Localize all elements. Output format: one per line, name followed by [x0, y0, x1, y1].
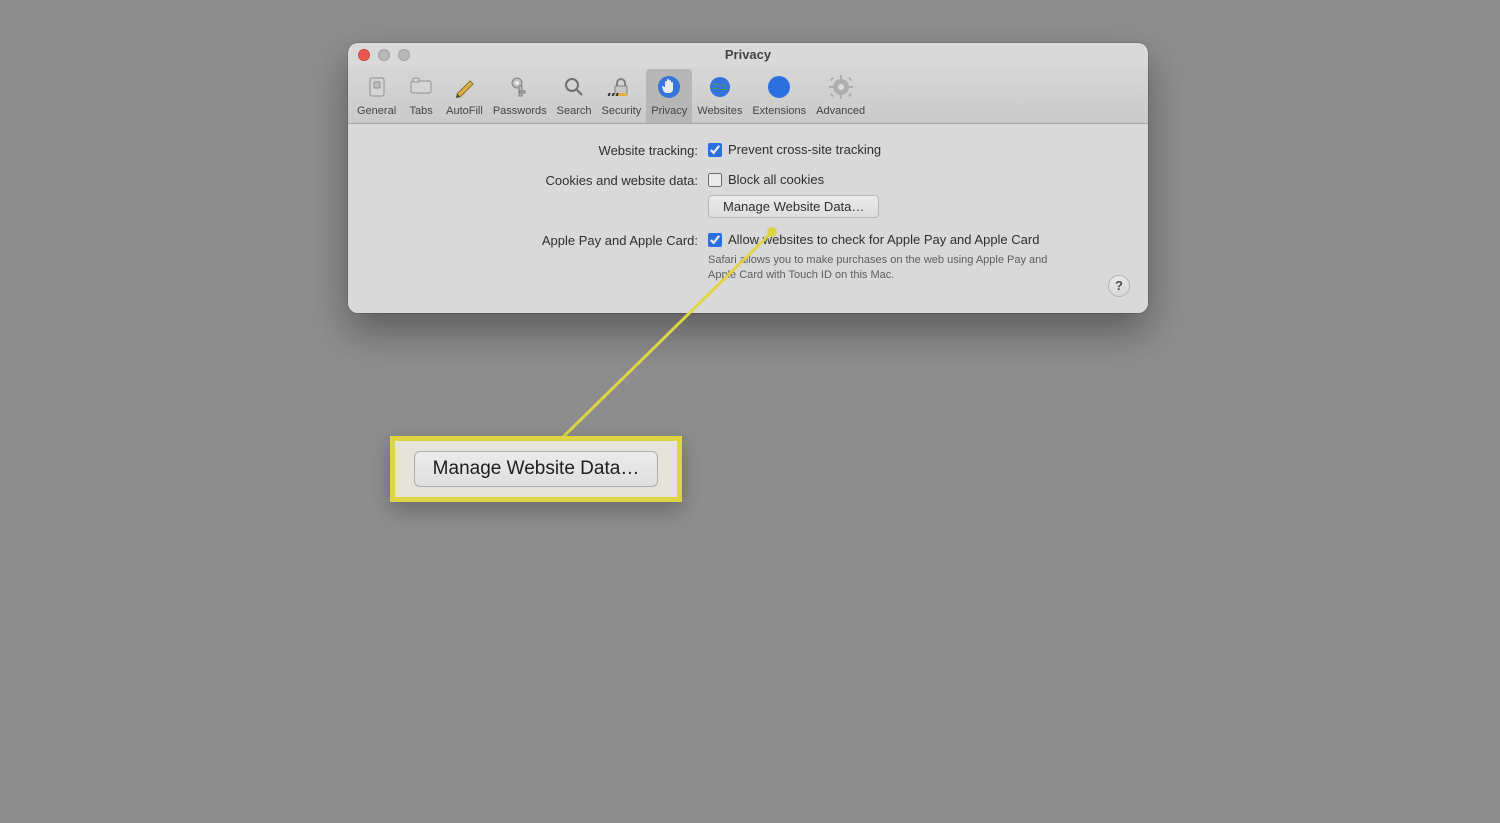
- gear-icon: [826, 72, 856, 102]
- hand-icon: [654, 72, 684, 102]
- checkbox-label: Allow websites to check for Apple Pay an…: [728, 232, 1039, 247]
- help-button[interactable]: ?: [1108, 275, 1130, 297]
- tab-label: Security: [601, 105, 641, 117]
- compass-icon: [764, 72, 794, 102]
- tab-label: Tabs: [410, 105, 433, 117]
- checkbox-input[interactable]: [708, 143, 722, 157]
- checkbox-label: Prevent cross-site tracking: [728, 142, 881, 157]
- tab-search[interactable]: Search: [552, 69, 597, 123]
- checkbox-allow-apple-pay-check[interactable]: Allow websites to check for Apple Pay an…: [708, 232, 1118, 247]
- row-website-tracking: Website tracking: Prevent cross-site tra…: [378, 142, 1118, 158]
- search-icon: [559, 72, 589, 102]
- tabs-icon: [406, 72, 436, 102]
- row-label: Website tracking:: [378, 142, 708, 158]
- tab-advanced[interactable]: Advanced: [811, 69, 870, 123]
- window-title: Privacy: [725, 47, 771, 62]
- tab-passwords[interactable]: Passwords: [488, 69, 552, 123]
- tab-label: General: [357, 105, 396, 117]
- tab-general[interactable]: General: [352, 69, 401, 123]
- privacy-pane: Website tracking: Prevent cross-site tra…: [348, 124, 1148, 313]
- close-window-button[interactable]: [358, 49, 370, 61]
- checkbox-prevent-cross-site-tracking[interactable]: Prevent cross-site tracking: [708, 142, 1118, 157]
- zoom-window-button[interactable]: [398, 49, 410, 61]
- checkbox-label: Block all cookies: [728, 172, 824, 187]
- checkbox-input[interactable]: [708, 173, 722, 187]
- tab-autofill[interactable]: AutoFill: [441, 69, 488, 123]
- globe-icon: [705, 72, 735, 102]
- preferences-window: Privacy General Tabs AutoFill Password: [348, 43, 1148, 313]
- annotation-callout: Manage Website Data…: [390, 436, 682, 502]
- tab-label: Passwords: [493, 105, 547, 117]
- row-label: Cookies and website data:: [378, 172, 708, 188]
- lock-icon: [606, 72, 636, 102]
- key-icon: [505, 72, 535, 102]
- tab-extensions[interactable]: Extensions: [747, 69, 811, 123]
- apple-pay-hint: Safari allows you to make purchases on t…: [708, 253, 1068, 283]
- tab-privacy[interactable]: Privacy: [646, 69, 692, 123]
- question-mark-icon: ?: [1115, 278, 1123, 293]
- row-apple-pay: Apple Pay and Apple Card: Allow websites…: [378, 232, 1118, 283]
- tab-label: Advanced: [816, 105, 865, 117]
- callout-manage-website-data-button: Manage Website Data…: [414, 451, 659, 487]
- minimize-window-button[interactable]: [378, 49, 390, 61]
- switch-icon: [362, 72, 392, 102]
- row-label: Apple Pay and Apple Card:: [378, 232, 708, 248]
- titlebar: Privacy: [348, 43, 1148, 67]
- pencil-icon: [449, 72, 479, 102]
- checkbox-input[interactable]: [708, 233, 722, 247]
- tab-label: Websites: [697, 105, 742, 117]
- checkbox-block-all-cookies[interactable]: Block all cookies: [708, 172, 1118, 187]
- preferences-toolbar: General Tabs AutoFill Passwords Search: [348, 67, 1148, 124]
- row-cookies: Cookies and website data: Block all cook…: [378, 172, 1118, 218]
- tab-websites[interactable]: Websites: [692, 69, 747, 123]
- manage-website-data-button[interactable]: Manage Website Data…: [708, 195, 879, 218]
- tab-label: Search: [557, 105, 592, 117]
- tab-label: AutoFill: [446, 105, 483, 117]
- window-controls: [358, 49, 410, 61]
- tab-label: Privacy: [651, 105, 687, 117]
- tab-tabs[interactable]: Tabs: [401, 69, 441, 123]
- tab-security[interactable]: Security: [596, 69, 646, 123]
- tab-label: Extensions: [752, 105, 806, 117]
